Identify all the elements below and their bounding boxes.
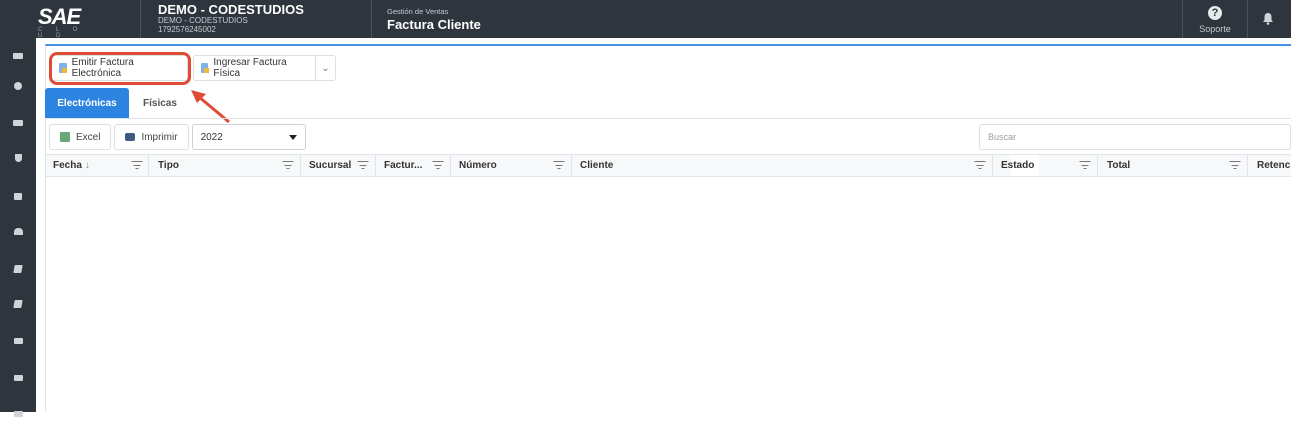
caret-down-icon [288, 134, 297, 140]
tab-electronicas[interactable]: Electrónicas [45, 88, 129, 118]
tabs-divider [45, 118, 1291, 119]
year-value: 2022 [200, 131, 223, 143]
company-info[interactable]: DEMO - CODESTUDIOS DEMO - CODESTUDIOS 17… [158, 3, 304, 34]
highlight-box [49, 52, 191, 85]
support-label: Soporte [1199, 24, 1231, 34]
filter-icon[interactable] [357, 161, 368, 170]
print-button[interactable]: Imprimir [114, 124, 189, 150]
column-separator [1247, 155, 1248, 176]
search-input[interactable]: Buscar [979, 124, 1291, 150]
filter-icon[interactable] [974, 161, 985, 170]
filter-icon[interactable] [432, 161, 443, 170]
filter-bar: Excel Imprimir 2022 [49, 124, 306, 150]
sidebar-list-icon[interactable] [0, 360, 36, 396]
print-label: Imprimir [141, 131, 178, 143]
excel-button[interactable]: Excel [49, 124, 112, 150]
excel-icon [60, 132, 70, 142]
sort-desc-icon: ↓ [84, 160, 90, 171]
header-separator [140, 0, 141, 38]
column-header-fecha[interactable]: Fecha ↓ [53, 155, 90, 176]
column-header-tipo[interactable]: Tipo [158, 155, 179, 176]
document-icon [201, 63, 210, 73]
sidebar-book-icon[interactable] [0, 286, 36, 322]
bell-icon[interactable] [1262, 12, 1274, 25]
module-breadcrumb: Gestión de Ventas [387, 7, 449, 16]
physical-invoice-label: Ingresar Factura Física [213, 57, 287, 79]
column-separator [450, 155, 451, 176]
column-header-factura[interactable]: Factur... [384, 155, 422, 176]
sidebar-cart-icon[interactable] [0, 178, 36, 214]
company-name: DEMO - CODESTUDIOS [158, 2, 304, 17]
sae-logo[interactable]: SAE C L O U D [36, 4, 96, 39]
sidebar-book-icon[interactable] [0, 251, 36, 287]
column-header-retencion[interactable]: Retenci [1257, 155, 1291, 176]
printer-icon [125, 133, 136, 141]
filter-icon[interactable] [282, 161, 293, 170]
filter-icon[interactable] [1079, 161, 1090, 170]
annotation-arrow-icon [191, 90, 230, 124]
invoice-tabs: Electrónicas Físicas [45, 88, 191, 118]
module-info: Gestión de Ventas Factura Cliente [387, 7, 481, 32]
tab-fisicas[interactable]: Físicas [129, 88, 191, 118]
sidebar [0, 38, 36, 417]
header-separator [1247, 0, 1248, 38]
logo-subtext: C L O U D [38, 27, 84, 39]
column-separator [375, 155, 376, 176]
column-header-cliente[interactable]: Cliente [580, 155, 613, 176]
sidebar-list-icon[interactable] [0, 323, 36, 359]
company-ruc: 1792576245002 [158, 25, 216, 34]
year-select[interactable]: 2022 [191, 124, 306, 150]
support-button[interactable]: ? Soporte [1194, 4, 1236, 34]
column-separator [300, 155, 301, 176]
column-header-total[interactable]: Total [1107, 155, 1130, 176]
filter-icon[interactable] [553, 161, 564, 170]
chevron-down-icon[interactable]: ⌄ [316, 55, 336, 81]
column-header-sucursal[interactable]: Sucursal [309, 155, 351, 176]
column-separator [571, 155, 572, 176]
sidebar-list-icon[interactable] [0, 396, 36, 432]
column-separator [148, 155, 149, 176]
top-bar: SAE C L O U D DEMO - CODESTUDIOS DEMO - … [0, 0, 1291, 39]
page-title: Factura Cliente [387, 17, 481, 32]
column-header-numero[interactable]: Número [459, 155, 497, 176]
column-header-estado[interactable]: Estado [1001, 155, 1034, 176]
company-subname: DEMO - CODESTUDIOS [158, 16, 248, 25]
column-separator [992, 155, 993, 176]
filter-icon[interactable] [131, 161, 142, 170]
sidebar-chart-icon[interactable] [0, 68, 36, 104]
filter-icon[interactable] [1229, 161, 1240, 170]
column-separator [1097, 155, 1098, 176]
header-separator [1182, 0, 1183, 38]
sidebar-shield-icon[interactable] [0, 140, 36, 176]
grid-header: Fecha ↓ Tipo Sucursal Factur... Número C… [46, 154, 1291, 177]
enter-physical-invoice-button[interactable]: Ingresar Factura Física [193, 55, 316, 81]
sidebar-card-icon[interactable] [0, 105, 36, 141]
header-separator [371, 0, 372, 38]
excel-label: Excel [76, 131, 101, 143]
help-icon: ? [1208, 6, 1222, 20]
sidebar-user-icon[interactable] [0, 213, 36, 249]
